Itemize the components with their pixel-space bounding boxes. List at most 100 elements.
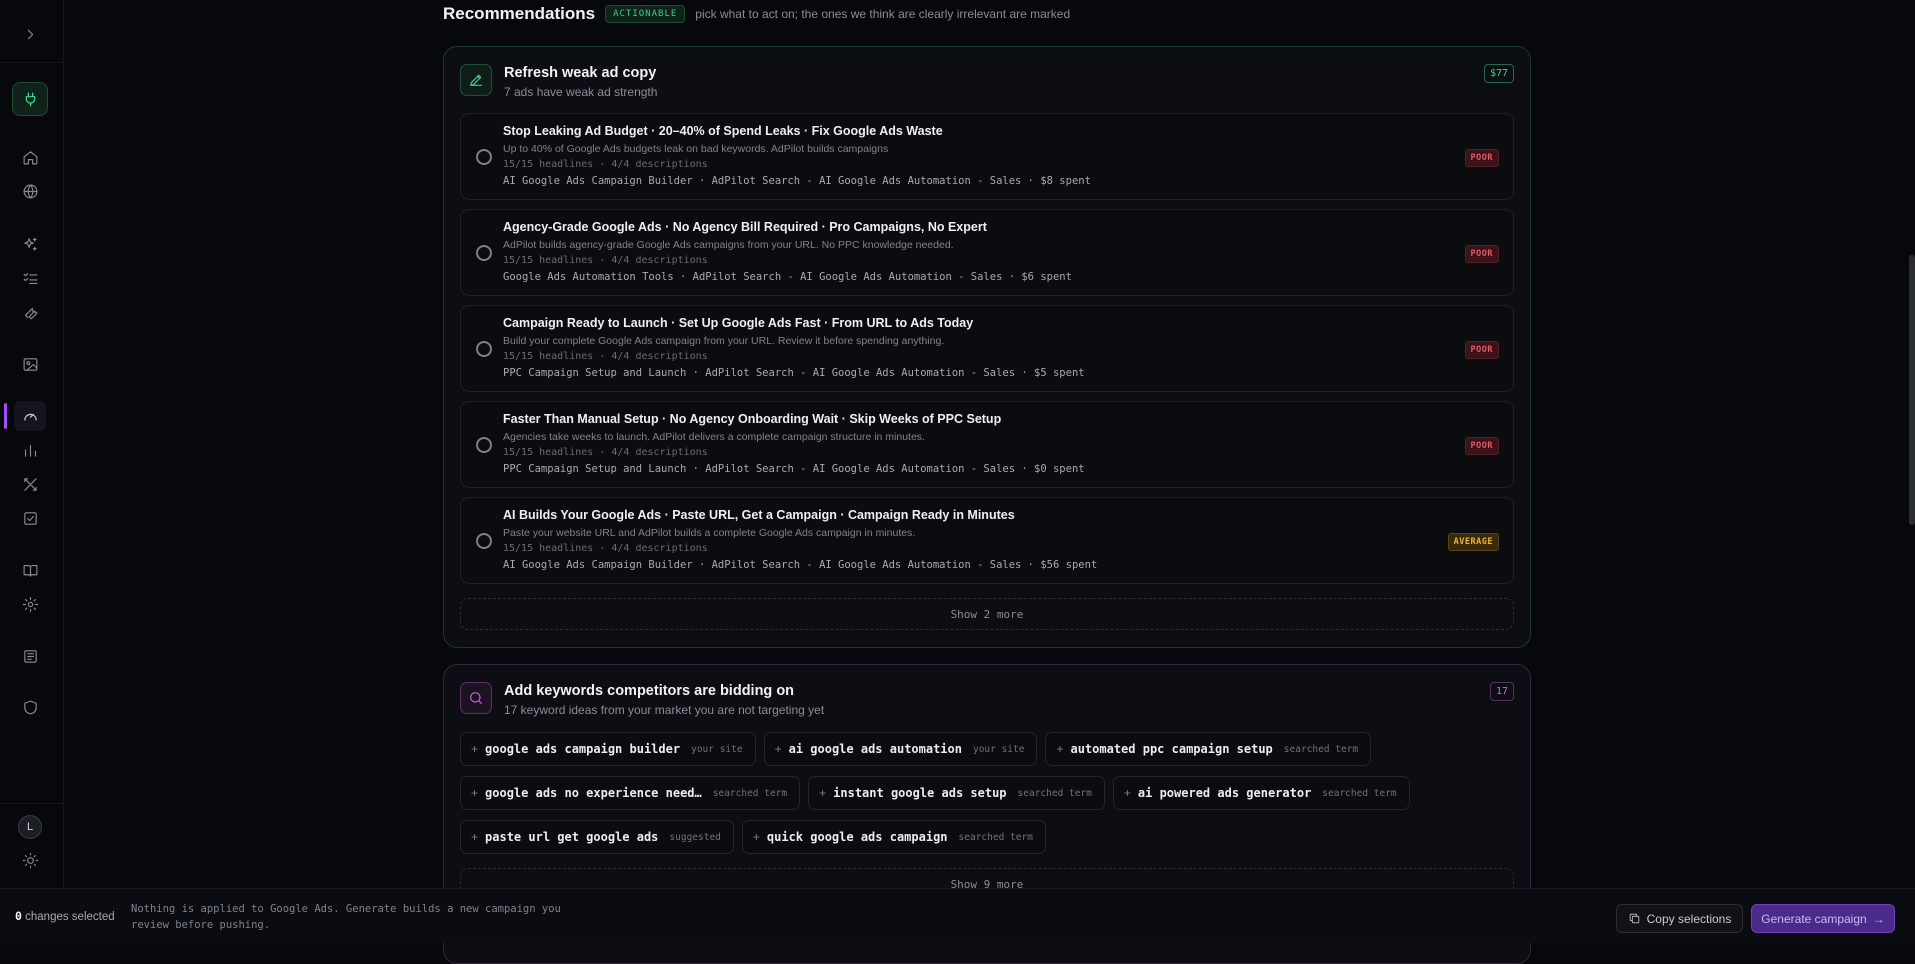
ad-row[interactable]: Campaign Ready to Launch · Set Up Google… [460,305,1514,392]
plug-icon[interactable] [12,82,48,116]
ad-radio[interactable] [476,341,492,357]
ad-campaign: PPC Campaign Setup and Launch · AdPilot … [503,367,1085,379]
copy-selections-button[interactable]: Copy selections [1616,904,1743,933]
plus-icon: + [471,830,479,844]
keyword-chip[interactable]: + instant google ads setup searched term [808,776,1105,810]
count-badge: $77 [1483,64,1514,83]
ad-campaign: Google Ads Automation Tools · AdPilot Se… [503,271,1072,283]
keyword-text: automated ppc campaign setup [1070,742,1273,756]
plus-icon: + [1056,742,1064,756]
check-square-icon[interactable] [14,503,46,533]
sidebar: L [0,0,64,943]
ad-radio[interactable] [476,245,492,261]
list-checks-icon[interactable] [14,263,46,293]
keyword-chip[interactable]: + google ads campaign builder your site [460,732,756,766]
strength-badge: POOR [1464,341,1499,359]
keyword-chip[interactable]: + ai google ads automation your site [763,732,1038,766]
keyword-chip[interactable]: + quick google ads campaign searched ter… [741,820,1046,854]
generate-campaign-button[interactable]: Generate campaign → [1751,904,1895,933]
arrow-right-icon: → [1872,911,1885,926]
sparkles-icon[interactable] [14,229,46,259]
keyword-chip[interactable]: + paste url get google ads suggested [460,820,734,854]
book-icon[interactable] [14,555,46,585]
ad-row[interactable]: Faster Than Manual Setup · No Agency Onb… [460,401,1514,488]
keyword-text: quick google ads campaign [766,830,948,844]
keyword-source: searched term [958,831,1033,843]
plus-icon: + [471,742,479,756]
keyword-row: + google ads no experience need… searche… [460,776,1410,810]
scrollbar[interactable] [1909,0,1915,943]
ad-description: AdPilot builds agency-grade Google Ads c… [503,239,954,251]
keyword-source: searched term [712,787,788,799]
keyword-text: google ads campaign builder [485,742,681,756]
footer-note: Nothing is applied to Google Ads. Genera… [131,903,561,931]
ad-description: Build your complete Google Ads campaign … [503,335,945,347]
pencil-icon [460,64,492,96]
image-icon[interactable] [14,349,46,379]
chevron-right-icon[interactable] [14,19,46,49]
keyword-text: instant google ads setup [833,786,1007,800]
show-more-ads-button[interactable]: Show 2 more [460,598,1514,630]
ad-row[interactable]: Stop Leaking Ad Budget · 20–40% of Spend… [460,113,1514,200]
sun-icon[interactable] [14,845,46,875]
plus-icon: + [471,786,479,800]
ad-campaign: PPC Campaign Setup and Launch · AdPilot … [503,463,1085,475]
keyword-source: searched term [1017,787,1092,799]
keyword-source: searched term [1283,743,1359,755]
wrench-icon[interactable] [14,297,46,327]
keyword-chip[interactable]: + ai powered ads generator searched term [1112,776,1410,810]
actionable-badge: ACTIONABLE [605,5,686,23]
keyword-source: searched term [1322,787,1397,799]
ad-row[interactable]: AI Builds Your Google Ads · Paste URL, G… [460,497,1514,584]
avatar[interactable]: L [18,815,42,839]
page-title: Recommendations [443,4,596,23]
strength-badge: POOR [1464,149,1499,167]
keyword-text: paste url get google ads [485,830,659,844]
strength-badge: POOR [1464,437,1499,455]
ad-title: AI Builds Your Google Ads · Paste URL, G… [503,508,1015,522]
selection-count-label: changes selected [21,911,115,923]
action-bar: 0 changes selected Nothing is applied to… [0,888,1915,943]
card-subtitle: 7 ads have weak ad strength [504,85,658,99]
scrollbar-thumb[interactable] [1909,255,1915,525]
ad-title: Stop Leaking Ad Budget · 20–40% of Spend… [503,124,943,138]
gauge-icon[interactable] [4,401,46,431]
home-icon[interactable] [14,142,46,172]
ad-meta: 15/15 headlines · 4/4 descriptions [503,255,708,266]
keyword-row: + google ads campaign builder your site … [460,732,1372,766]
ad-description: Paste your website URL and AdPilot build… [503,527,916,539]
globe-icon[interactable] [14,176,46,206]
ad-radio[interactable] [476,437,492,453]
generate-campaign-label: Generate campaign [1761,911,1867,926]
refresh-ad-copy-card: Refresh weak ad copy 7 ads have weak ad … [443,46,1531,648]
card-title: Refresh weak ad copy [504,65,657,81]
keyword-text: ai google ads automation [788,742,962,756]
keyword-chip[interactable]: + google ads no experience need… searche… [460,776,801,810]
ad-radio[interactable] [476,533,492,549]
shield-icon[interactable] [14,692,46,722]
keyword-text: google ads no experience need… [485,786,702,800]
ad-campaign: AI Google Ads Campaign Builder · AdPilot… [503,175,1091,187]
keyword-chip[interactable]: + automated ppc campaign setup searched … [1045,732,1372,766]
ad-title: Agency-Grade Google Ads · No Agency Bill… [503,220,987,234]
search-icon [460,682,492,714]
bar-chart-icon[interactable] [14,435,46,465]
ad-row[interactable]: Agency-Grade Google Ads · No Agency Bill… [460,209,1514,296]
gear-icon[interactable] [14,589,46,619]
recommendations-header: Recommendations ACTIONABLE pick what to … [443,4,1070,24]
keyword-text: ai powered ads generator [1137,786,1312,800]
count-badge: 17 [1489,682,1514,701]
keyword-source: your site [691,743,743,755]
ad-radio[interactable] [476,149,492,165]
page-subtitle: pick what to act on; the ones we think a… [695,7,1071,21]
ad-meta: 15/15 headlines · 4/4 descriptions [503,351,708,362]
newspaper-icon[interactable] [14,641,46,671]
ad-meta: 15/15 headlines · 4/4 descriptions [503,447,708,458]
card-subtitle: 17 keyword ideas from your market you ar… [504,703,825,717]
ad-title: Campaign Ready to Launch · Set Up Google… [503,316,974,330]
keyword-source: suggested [669,831,721,843]
tools-icon[interactable] [14,469,46,499]
ad-meta: 15/15 headlines · 4/4 descriptions [503,159,708,170]
copy-icon [1629,913,1639,924]
keyword-source: your site [972,743,1025,755]
